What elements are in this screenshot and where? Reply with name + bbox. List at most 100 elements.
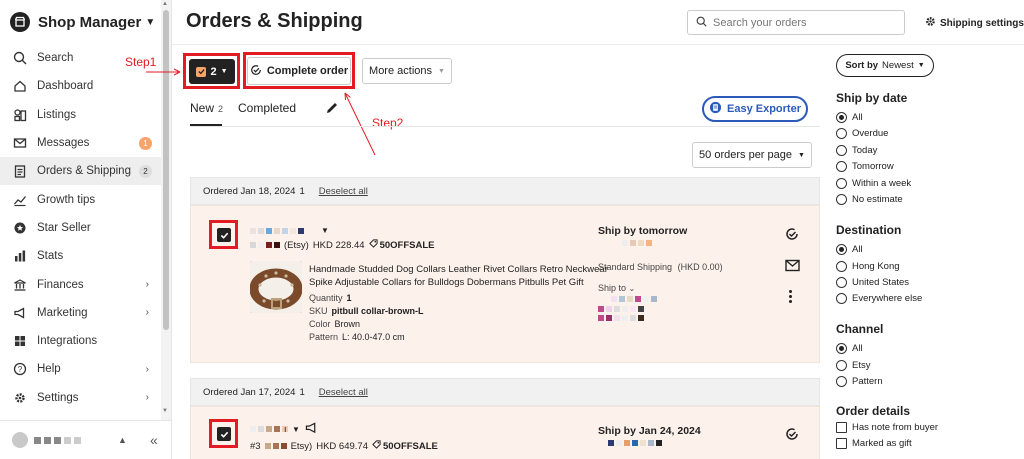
attr-pattern: Pattern L: 40.0-47.0 cm xyxy=(309,332,405,342)
sidebar-item-orders-shipping[interactable]: Orders & Shipping 2 xyxy=(0,157,171,186)
easy-exporter-label: Easy Exporter xyxy=(727,103,801,115)
product-title[interactable]: Handmade Studded Dog Collars Leather Riv… xyxy=(309,263,614,289)
shop-logo-icon xyxy=(10,12,30,32)
scroll-down-icon[interactable]: ▼ xyxy=(162,408,168,414)
message-buyer-icon[interactable] xyxy=(785,259,800,275)
tabs-divider xyxy=(190,126,820,127)
attr-color-label: Color xyxy=(309,319,331,329)
marketing-icon xyxy=(12,305,28,321)
radio-ship-all[interactable]: All xyxy=(836,112,863,123)
shop-manager-switcher[interactable]: Shop Manager ▼ xyxy=(0,0,171,44)
scroll-thumb[interactable] xyxy=(163,10,169,330)
sidebar-item-star-seller[interactable]: Star Seller xyxy=(0,214,171,242)
radio-channel-pattern[interactable]: Pattern xyxy=(836,376,883,387)
sidebar-item-integrations[interactable]: Integrations xyxy=(0,327,171,355)
attr-pattern-label: Pattern xyxy=(309,332,339,342)
complete-order-button[interactable]: Complete order xyxy=(247,57,351,85)
redacted-order-id xyxy=(250,242,280,248)
order-platform: Etsy) xyxy=(290,440,313,452)
radio-icon xyxy=(836,293,847,304)
sidebar-item-dashboard[interactable]: Dashboard xyxy=(0,72,171,100)
radio-dest-united-states[interactable]: United States xyxy=(836,277,909,288)
ship-to-toggle[interactable]: Ship to ⌄ xyxy=(598,283,635,293)
shipping-method: Standard Shipping (HKD 0.00) xyxy=(598,262,723,272)
order-checkbox[interactable] xyxy=(217,427,231,441)
sidebar-item-help[interactable]: ? Help › xyxy=(0,355,171,383)
attr-sku-label: SKU xyxy=(309,306,328,316)
more-actions-dropdown[interactable]: More actions ▼ xyxy=(362,58,452,84)
redacted-address-3 xyxy=(598,315,644,321)
caret-down-icon[interactable]: ▼ xyxy=(292,425,300,434)
checkbox-icon xyxy=(836,422,847,433)
deselect-all-link[interactable]: Deselect all xyxy=(319,387,368,398)
attr-color-value: Brown xyxy=(334,319,361,329)
redacted-address-1 xyxy=(611,296,657,302)
caret-down-icon[interactable]: ▼ xyxy=(321,226,329,235)
order-number-prefix: #3 xyxy=(250,440,261,452)
radio-channel-etsy[interactable]: Etsy xyxy=(836,360,870,371)
order-price: HKD 228.44 xyxy=(312,239,365,251)
account-footer[interactable]: ▲ « xyxy=(0,420,172,459)
sort-by-dropdown[interactable]: Sort by Newest ▼ xyxy=(836,54,934,77)
radio-dest-hong-kong[interactable]: Hong Kong xyxy=(836,261,900,272)
product-image[interactable] xyxy=(250,261,302,313)
easy-exporter-button[interactable]: Easy Exporter xyxy=(702,96,808,122)
scroll-up-icon[interactable]: ▲ xyxy=(162,1,168,7)
sidebar-item-label: Orders & Shipping xyxy=(37,165,131,178)
sidebar-item-settings[interactable]: Settings › xyxy=(0,384,171,412)
order-group-header: Ordered Jan 17, 2024 1 Deselect all xyxy=(190,378,820,406)
sidebar-item-marketing[interactable]: Marketing › xyxy=(0,299,171,327)
sidebar-item-label: Integrations xyxy=(37,335,98,348)
complete-order-icon[interactable] xyxy=(785,427,799,444)
tab-new[interactable]: New 2 xyxy=(190,101,223,115)
sidebar-item-listings[interactable]: Listings xyxy=(0,101,171,129)
listings-icon xyxy=(12,107,28,123)
radio-ship-overdue[interactable]: Overdue xyxy=(836,128,888,139)
search-box[interactable] xyxy=(687,10,905,35)
sidebar-item-label: Listings xyxy=(37,108,76,121)
radio-ship-tomorrow[interactable]: Tomorrow xyxy=(836,161,894,172)
checkbox-marked-gift[interactable]: Marked as gift xyxy=(836,438,912,449)
sidebar-scrollbar[interactable]: ▲ ▼ xyxy=(161,0,171,420)
tab-completed[interactable]: Completed xyxy=(238,101,296,115)
radio-dest-everywhere-else[interactable]: Everywhere else xyxy=(836,293,922,304)
sidebar-item-messages[interactable]: Messages 1 xyxy=(0,129,171,157)
radio-label: All xyxy=(852,112,863,123)
sidebar-item-growth-tips[interactable]: Growth tips xyxy=(0,185,171,213)
gear-icon xyxy=(925,16,936,30)
radio-icon xyxy=(836,178,847,189)
sidebar-item-label: Help xyxy=(37,363,61,376)
redacted-ship-date xyxy=(608,440,662,446)
more-actions-label: More actions xyxy=(369,65,433,77)
more-options-icon[interactable] xyxy=(789,290,792,303)
checkbox-icon xyxy=(196,66,207,77)
radio-label: Today xyxy=(852,145,878,156)
radio-label: All xyxy=(852,343,863,354)
settings-icon xyxy=(12,390,28,406)
shipping-settings-link[interactable]: Shipping settings xyxy=(925,16,1024,30)
caret-down-icon: ▼ xyxy=(917,62,925,69)
edit-pencil-icon[interactable] xyxy=(325,101,339,118)
collapse-sidebar-icon[interactable]: « xyxy=(150,432,158,448)
order-checkbox[interactable] xyxy=(217,228,231,242)
radio-ship-today[interactable]: Today xyxy=(836,145,877,156)
checkbox-has-note[interactable]: Has note from buyer xyxy=(836,422,938,433)
deselect-all-link[interactable]: Deselect all xyxy=(319,186,368,197)
sidebar-item-stats[interactable]: Stats xyxy=(0,242,171,270)
complete-order-icon[interactable] xyxy=(785,227,799,244)
radio-selected-icon xyxy=(836,112,847,123)
radio-ship-no-estimate[interactable]: No estimate xyxy=(836,194,903,205)
messages-icon xyxy=(12,135,28,151)
radio-dest-all[interactable]: All xyxy=(836,244,863,255)
sidebar-item-finances[interactable]: Finances › xyxy=(0,270,171,298)
checkbox-label: Marked as gift xyxy=(852,438,912,449)
radio-channel-all[interactable]: All xyxy=(836,343,863,354)
shop-manager-title: Shop Manager xyxy=(38,13,142,31)
orders-per-page-select[interactable]: 50 orders per page ▼ xyxy=(692,142,812,168)
bulk-select-button[interactable]: 2 ▼ xyxy=(189,59,235,84)
filter-channel-title: Channel xyxy=(836,322,884,336)
search-input[interactable] xyxy=(713,16,893,29)
coupon-tag-icon xyxy=(368,239,378,251)
redacted-buyer-name xyxy=(250,228,304,234)
radio-ship-within-week[interactable]: Within a week xyxy=(836,178,911,189)
